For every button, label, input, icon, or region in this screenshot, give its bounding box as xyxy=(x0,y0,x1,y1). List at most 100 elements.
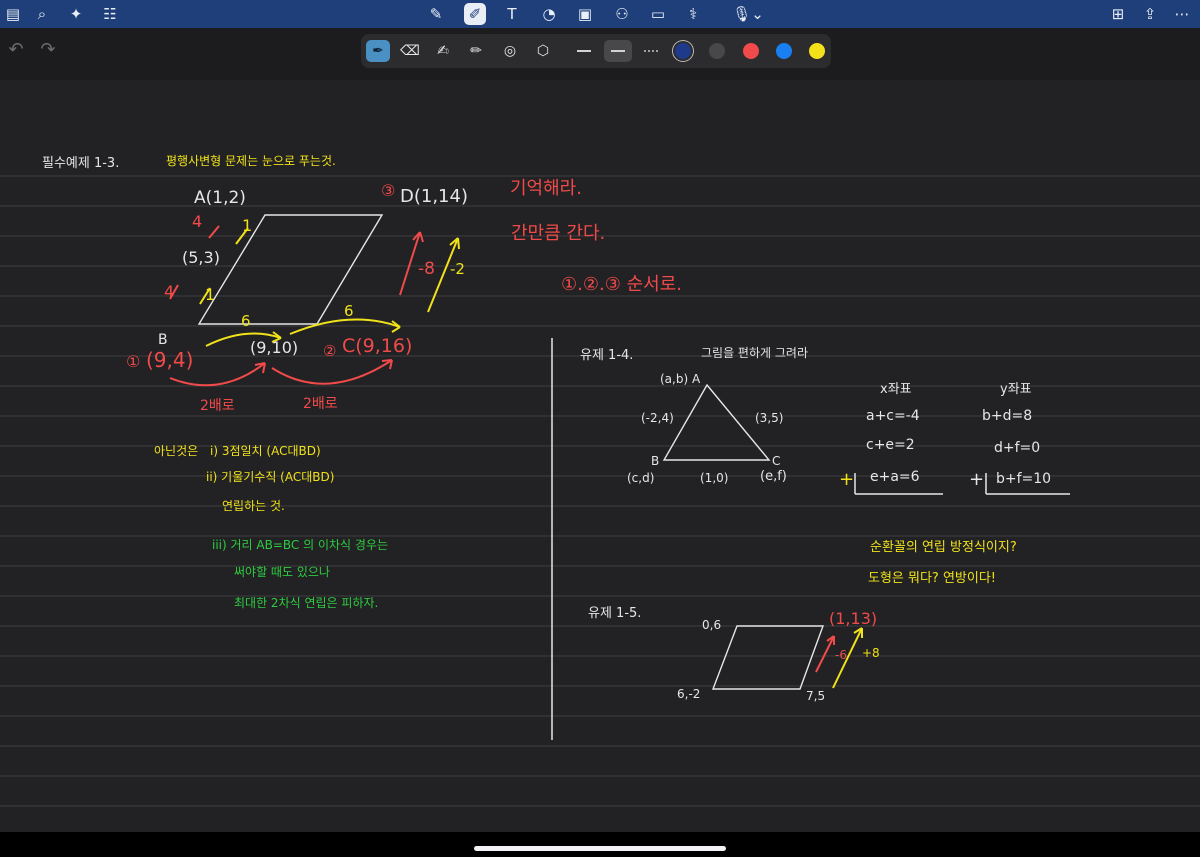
microphone-icon[interactable]: 🎙︎⌄ xyxy=(730,3,766,25)
point-c-circle: ② xyxy=(323,342,337,360)
swatch-gray[interactable] xyxy=(709,43,725,59)
eraser-tool-icon[interactable]: ⌫ xyxy=(398,40,422,62)
y-header: y좌표 xyxy=(1000,382,1032,397)
top-toolbar: ▤ ⌕ ✦ ☷ ✎ ✐ T ◔ ▣ ⚇ ▭ ⚕ 🎙︎⌄ ⊞ ⇪ ⋯ xyxy=(0,0,1200,28)
point-b: (9,4) xyxy=(146,348,194,372)
redo-icon[interactable]: ↷ xyxy=(36,38,60,62)
lasso-icon[interactable]: ✎ xyxy=(425,3,447,25)
point-1-13: (1,13) xyxy=(829,609,878,628)
left-1b: 1 xyxy=(205,285,216,304)
triangle xyxy=(662,383,771,461)
shape-tool-icon[interactable]: ◎ xyxy=(498,40,522,62)
mid-point: (5,3) xyxy=(182,248,220,267)
parallelogram-2 xyxy=(711,625,825,690)
six-2: 6 xyxy=(344,302,354,320)
cond-4: iii) 거리 AB=BC 의 이차식 경우는 xyxy=(212,538,389,552)
twice-2: 2배로 xyxy=(303,396,338,412)
pen-tool-icon[interactable]: ✒ xyxy=(366,40,390,62)
point-d-circle: ③ xyxy=(381,181,396,200)
minus-6: -6 xyxy=(835,648,847,662)
add-page-icon[interactable]: ⊞ xyxy=(1107,3,1129,25)
cond-3: 연립하는 것. xyxy=(222,499,285,513)
image-icon[interactable]: ▣ xyxy=(574,3,596,25)
point-b-circle: ① xyxy=(126,352,141,371)
share-icon[interactable]: ⇪ xyxy=(1139,3,1161,25)
medium-stroke xyxy=(611,50,625,52)
point-a: A(1,2) xyxy=(194,188,246,208)
x-eq-2: c+e=2 xyxy=(866,437,915,453)
swatch-blue[interactable] xyxy=(776,43,792,59)
swatch-navy[interactable] xyxy=(675,43,691,59)
cond-label: 아닌것은 xyxy=(154,444,199,458)
plus-8: +8 xyxy=(862,646,880,660)
six-1: 6 xyxy=(241,312,251,330)
sticky-note-icon[interactable]: ▭ xyxy=(647,3,669,25)
x-eq-1: a+c=-4 xyxy=(866,408,920,424)
twice-1: 2배로 xyxy=(200,398,235,414)
dotted-stroke[interactable] xyxy=(644,50,658,52)
swatch-red[interactable] xyxy=(743,43,759,59)
triangle-top: (a,b) A xyxy=(660,372,701,386)
more-icon[interactable]: ⋯ xyxy=(1171,3,1193,25)
y-eq-1: b+d=8 xyxy=(982,408,1033,424)
parallelogram-1 xyxy=(197,214,384,325)
triangle-left: (-2,4) xyxy=(641,411,674,425)
lasso-tool-icon[interactable]: ⬡ xyxy=(531,40,555,62)
point-d: D(1,14) xyxy=(400,186,468,207)
triangle-cd: (c,d) xyxy=(627,471,655,485)
example-1-4-title: 유제 1-4. xyxy=(580,348,634,363)
bottom-bar xyxy=(0,832,1200,857)
left-4a: 4 xyxy=(192,212,203,231)
mid-bottom: (9,10) xyxy=(250,338,299,357)
pen-toolbox: ✒ ⌫ ✍ ✏ ◎ ⬡ xyxy=(361,34,831,68)
highlighter-tool-icon[interactable]: ✍ xyxy=(431,40,455,62)
x-eq-3: e+a=6 xyxy=(870,469,920,485)
example-title: 필수예제 1-3. xyxy=(42,156,120,171)
cond-2: ii) 기울기수직 (AC대BD) xyxy=(206,470,335,484)
cond-6: 최대한 2차식 연립은 피하자. xyxy=(234,596,379,610)
left-4b: 4 xyxy=(164,282,175,301)
cond-1: i) 3점일치 (AC대BD) xyxy=(210,444,321,458)
point-c: C(9,16) xyxy=(342,335,413,357)
note-canvas[interactable]: 필수예제 1-3. 평행사변형 문제는 눈으로 푸는것. A(1,2) ③ D(… xyxy=(0,80,1200,832)
cond-5: 써야할 때도 있으나 xyxy=(234,565,330,579)
triangle-right: (3,5) xyxy=(755,411,784,425)
point-0-6: 0,6 xyxy=(702,618,722,632)
swatch-yellow[interactable] xyxy=(809,43,825,59)
pen-icon[interactable]: ✐ xyxy=(464,3,486,25)
search-icon[interactable]: ⌕ xyxy=(31,3,53,25)
point-b-label: B xyxy=(158,332,168,348)
y-eq-2: d+f=0 xyxy=(994,440,1041,456)
x-header: x좌표 xyxy=(880,382,912,397)
example-subtitle: 평행사변형 문제는 눈으로 푸는것. xyxy=(166,154,336,168)
minus-8: -8 xyxy=(418,259,435,279)
question-1: 순환꼴의 연립 방정식이지? xyxy=(870,540,1017,555)
sticker-icon[interactable]: ⚕ xyxy=(682,3,704,25)
sidebar-icon[interactable]: ▤ xyxy=(2,3,24,25)
pencil-tool-icon[interactable]: ✏ xyxy=(464,40,488,62)
document-icon[interactable]: ☷ xyxy=(99,3,121,25)
shapes-icon[interactable]: ◔ xyxy=(538,3,560,25)
sparkle-icon[interactable]: ✦ xyxy=(65,3,87,25)
triangle-ef: (e,f) xyxy=(760,469,787,484)
triangle-c: C xyxy=(772,454,781,468)
thin-stroke[interactable] xyxy=(577,50,591,52)
elements-icon[interactable]: ⚇ xyxy=(611,3,633,25)
textbox-icon[interactable]: T xyxy=(501,3,523,25)
minus-2: -2 xyxy=(450,260,465,278)
note-remember: 기억해라. xyxy=(510,178,582,199)
x-plus: + xyxy=(839,469,855,490)
example-1-4-sub: 그림을 편하게 그려라 xyxy=(701,346,808,360)
example-1-5-title: 유제 1-5. xyxy=(588,606,642,621)
point-7-5: 7,5 xyxy=(806,689,826,703)
undo-icon[interactable]: ↶ xyxy=(4,38,28,62)
note-same-amount: 간만큼 간다. xyxy=(511,223,606,244)
note-order: ①.②.③ 순서로. xyxy=(561,274,682,295)
question-2: 도형은 뭐다? 연방이다! xyxy=(868,571,997,586)
point-6-m2: 6,-2 xyxy=(677,687,701,701)
home-indicator[interactable] xyxy=(474,846,726,851)
left-1a: 1 xyxy=(242,216,253,235)
y-plus: + xyxy=(969,469,985,490)
triangle-b: B xyxy=(651,454,660,468)
triangle-10: (1,0) xyxy=(700,471,729,485)
